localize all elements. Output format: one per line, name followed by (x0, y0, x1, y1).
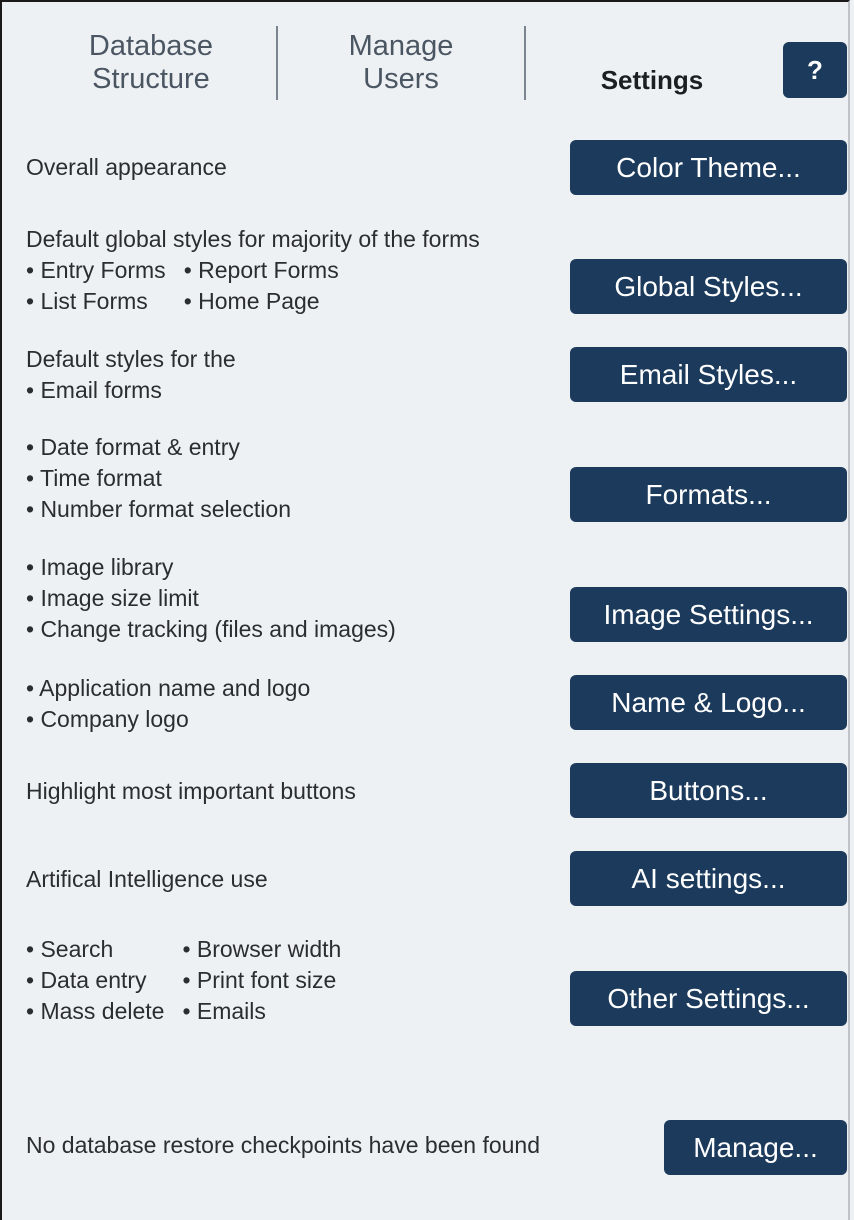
manage-checkpoints-button[interactable]: Manage... (664, 1120, 847, 1175)
list-item: • Home Page (183, 288, 320, 314)
description-line: • Date format & entry (26, 434, 240, 460)
description-line: • Company logo (26, 706, 189, 732)
tab-label-line: Manage (348, 30, 454, 62)
list-item: • Report Forms (183, 257, 339, 283)
description-line: • Email forms (26, 377, 162, 403)
list-item: • Emails (182, 998, 266, 1024)
formats-description: • Date format & entry • Time format • Nu… (26, 432, 291, 525)
form-types-column: • Report Forms • Home Page (184, 255, 339, 317)
list-item: • Search (26, 936, 114, 962)
other-settings-description: • Search • Data entry • Mass delete • Br… (26, 934, 359, 1027)
description-line: Artifical Intelligence use (26, 866, 268, 892)
description-line: Default global styles for majority of th… (26, 226, 480, 252)
other-settings-column: • Search • Data entry • Mass delete (26, 934, 164, 1027)
name-logo-button[interactable]: Name & Logo... (570, 675, 847, 730)
tab-label: Settings (600, 65, 704, 95)
global-styles-button[interactable]: Global Styles... (570, 259, 847, 314)
tab-label-line: Database (88, 30, 214, 62)
email-styles-button[interactable]: Email Styles... (570, 347, 847, 402)
email-styles-description: Default styles for the • Email forms (26, 344, 236, 406)
tab-manage-users[interactable]: Manage Users (316, 30, 486, 96)
ai-settings-button[interactable]: AI settings... (570, 851, 847, 906)
buttons-button[interactable]: Buttons... (570, 763, 847, 818)
restore-status-text: No database restore checkpoints have bee… (26, 1130, 540, 1161)
ai-settings-description: Artifical Intelligence use (26, 864, 268, 895)
description-line: No database restore checkpoints have bee… (26, 1132, 541, 1158)
form-types-column: • Entry Forms • List Forms (26, 255, 166, 317)
buttons-description: Highlight most important buttons (26, 776, 356, 807)
description-line: • Change tracking (files and images) (26, 616, 396, 642)
description-line: • Number format selection (26, 496, 291, 522)
list-item: • Mass delete (26, 998, 165, 1024)
tab-database-structure[interactable]: Database Structure (66, 30, 236, 96)
list-item: • Entry Forms (26, 257, 166, 283)
color-theme-description: Overall appearance (26, 152, 227, 183)
other-settings-button[interactable]: Other Settings... (570, 971, 847, 1026)
form-types-list: • Entry Forms • List Forms • Report Form… (26, 255, 480, 317)
tab-label-line: Users (363, 63, 439, 95)
help-button[interactable]: ? (783, 42, 847, 98)
color-theme-button[interactable]: Color Theme... (570, 140, 847, 195)
formats-button[interactable]: Formats... (570, 467, 847, 522)
description-line: • Image library (26, 554, 174, 580)
image-settings-button[interactable]: Image Settings... (570, 587, 847, 642)
tab-settings[interactable]: Settings (562, 64, 742, 97)
description-line: • Application name and logo (26, 675, 311, 701)
other-settings-list: • Search • Data entry • Mass delete • Br… (26, 934, 359, 1027)
global-styles-description: Default global styles for majority of th… (26, 224, 480, 317)
list-item: • Browser width (182, 936, 342, 962)
tab-divider (524, 26, 526, 100)
list-item: • Print font size (182, 967, 337, 993)
other-settings-column: • Browser width • Print font size • Emai… (182, 934, 341, 1027)
image-settings-description: • Image library • Image size limit • Cha… (26, 552, 396, 645)
description-line: • Image size limit (26, 585, 199, 611)
description-line: Highlight most important buttons (26, 778, 356, 804)
description-line: Overall appearance (26, 154, 227, 180)
list-item: • Data entry (26, 967, 147, 993)
tab-divider (276, 26, 278, 100)
name-logo-description: • Application name and logo • Company lo… (26, 673, 310, 735)
list-item: • List Forms (26, 288, 148, 314)
description-line: Default styles for the (26, 346, 236, 372)
settings-panel: Database Structure Manage Users Settings… (0, 0, 850, 1220)
description-line: • Time format (26, 465, 162, 491)
tab-label-line: Structure (92, 63, 210, 95)
